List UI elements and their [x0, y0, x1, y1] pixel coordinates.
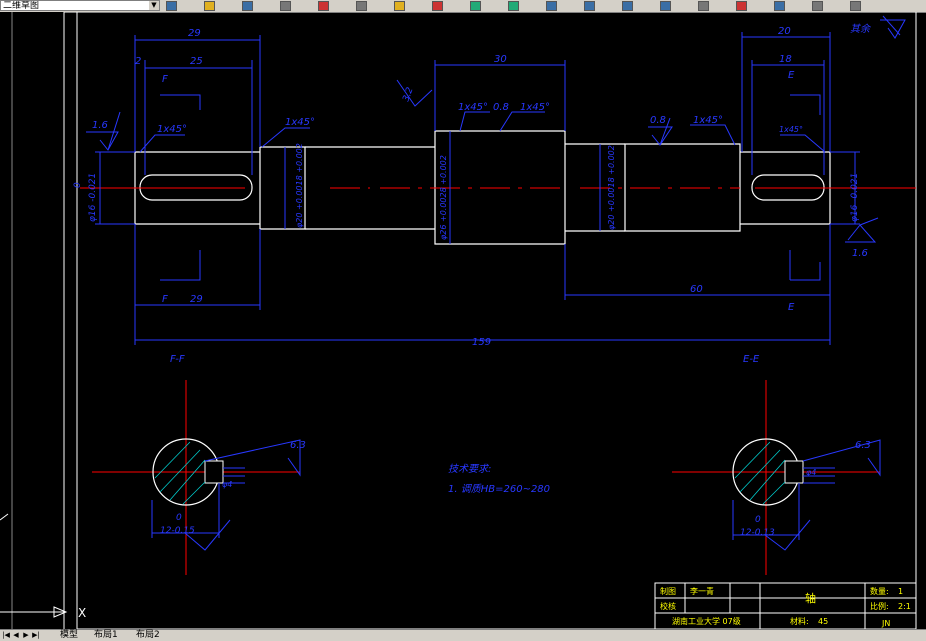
section-title-F: F-F: [170, 354, 185, 365]
redo-icon[interactable]: [508, 1, 519, 11]
tb-checked: 校核: [660, 601, 676, 611]
roughness-6-3-E: 6.3: [855, 440, 871, 451]
ucs-icon: [0, 513, 68, 618]
dim-29-bottom: 29: [190, 294, 203, 305]
dim-159: 159: [472, 337, 491, 348]
dim-30: 30: [494, 54, 507, 65]
tb-scale-label: 比例:: [870, 601, 889, 611]
open-icon[interactable]: [204, 1, 215, 11]
drawing-canvas[interactable]: 29 25 2 30 20 18 29 60 159 F F E E 1x45°…: [0, 12, 926, 629]
layer-icon[interactable]: [166, 1, 177, 11]
layout-tabs: |◀ ◀ ▶ ▶| 模型 布局1 布局2: [0, 629, 926, 641]
dia-center: φ26 +0.0028 +0.002: [439, 155, 448, 240]
section-F-key: φ4: [222, 480, 232, 489]
chamfer-5: 1x45°: [693, 115, 723, 126]
copy-icon[interactable]: [356, 1, 367, 11]
roughness-6-3-F: 6.3: [290, 440, 306, 451]
roughness-other: 其余: [850, 23, 872, 35]
save-icon[interactable]: [242, 1, 253, 11]
section-E-key: φ4: [806, 468, 816, 477]
section-F-bottom: F: [162, 294, 168, 305]
roughness-0-8-a: 0.8: [493, 102, 509, 113]
section-F-dim-zero: 0: [176, 513, 182, 523]
section-E-dim-zero: 0: [755, 515, 761, 525]
pan-icon[interactable]: [546, 1, 557, 11]
chevron-down-icon[interactable]: ▼: [149, 1, 159, 10]
tb-drawn: 制图: [660, 586, 676, 596]
dia-right: φ16 -0.021: [850, 173, 860, 222]
dimension-lines: [86, 15, 906, 345]
roughness-symbol-global: [880, 19, 906, 39]
tb-scale: 2:1: [898, 602, 911, 611]
chamfer-3: 1x45°: [458, 102, 488, 113]
tool-palette-icon[interactable]: [774, 1, 785, 11]
tb-qty-label: 数量:: [870, 586, 889, 596]
prev-tab-icon[interactable]: ◀: [12, 631, 20, 639]
notes-title: 技术要求:: [448, 463, 491, 475]
section-E-bottom: E: [788, 302, 795, 313]
tab-layout2[interactable]: 布局2: [134, 630, 162, 640]
last-tab-icon[interactable]: ▶|: [32, 631, 40, 639]
title-block-text: 制图 李一青 校核 轴 数量: 1 比例: 2:1 湖南工业大学 07级 材料:…: [660, 586, 911, 628]
next-tab-icon[interactable]: ▶: [22, 631, 30, 639]
tb-part-name: 轴: [805, 591, 816, 605]
dim-25: 25: [190, 56, 203, 67]
chamfer-1: 1x45°: [285, 117, 315, 128]
dia-bearing-right: φ20 +0.0018 +0.002: [607, 145, 616, 230]
zoom-realtime-icon[interactable]: [584, 1, 595, 11]
section-F-dim: 12-0.15: [160, 526, 195, 536]
notes-line-1: 1. 调质HB=260~280: [448, 483, 550, 495]
dia-left: φ16 -0.021: [88, 173, 98, 222]
section-E-top: E: [788, 70, 795, 81]
properties-icon[interactable]: [698, 1, 709, 11]
section-view-E: E-E 6.3 12-0.13 0 φ4: [672, 354, 881, 575]
cut-icon[interactable]: [318, 1, 329, 11]
paste-icon[interactable]: [394, 1, 405, 11]
tb-sheet: JN: [881, 619, 890, 628]
dim-18: 18: [779, 54, 792, 65]
brush-icon[interactable]: [432, 1, 443, 11]
section-E-dim: 12-0.13: [740, 528, 775, 538]
section-view-F: F-F 6.3 12-0.15 0 φ4: [92, 354, 306, 575]
tb-org: 湖南工业大学 07级: [672, 616, 741, 626]
workspace-value: 二维草图: [3, 1, 40, 11]
section-title-E: E-E: [743, 354, 760, 365]
roughness-3-2: 3.2: [401, 86, 415, 103]
dia-bearing-left: φ20 +0.0018 +0.002: [295, 143, 304, 228]
ucs-x-label: X: [78, 606, 86, 620]
tb-material: 45: [818, 617, 828, 626]
dim-20: 20: [778, 26, 791, 37]
undo-icon[interactable]: [470, 1, 481, 11]
zoom-previous-icon[interactable]: [660, 1, 671, 11]
print-icon[interactable]: [280, 1, 291, 11]
dim-2: 2: [135, 56, 141, 67]
tab-model[interactable]: 模型: [58, 630, 80, 640]
chamfer-6: 1x45°: [779, 125, 803, 134]
design-center-icon[interactable]: [736, 1, 747, 11]
roughness-1-6-left: 1.6: [92, 120, 108, 131]
workspace-select[interactable]: 二维草图 ▼: [0, 0, 160, 11]
roughness-1-6-right: 1.6: [852, 248, 868, 259]
roughness-0-8-b: 0.8: [650, 115, 666, 126]
chamfer-4: 1x45°: [520, 102, 550, 113]
tb-qty: 1: [898, 587, 903, 596]
dim-60: 60: [690, 284, 703, 295]
section-F-top: F: [162, 74, 168, 85]
calculator-icon[interactable]: [812, 1, 823, 11]
tb-drawn-name: 李一青: [690, 586, 714, 596]
dia-left-zero: 0: [73, 182, 83, 188]
tab-layout1[interactable]: 布局1: [92, 630, 120, 640]
tb-material-label: 材料:: [790, 616, 809, 626]
roughness-symbol-left: [86, 111, 121, 151]
first-tab-icon[interactable]: |◀: [2, 631, 10, 639]
zoom-window-icon[interactable]: [622, 1, 633, 11]
chamfer-2: 1x45°: [157, 124, 187, 135]
layer-manager-icon[interactable]: [850, 1, 861, 11]
dim-29-top: 29: [188, 28, 201, 39]
